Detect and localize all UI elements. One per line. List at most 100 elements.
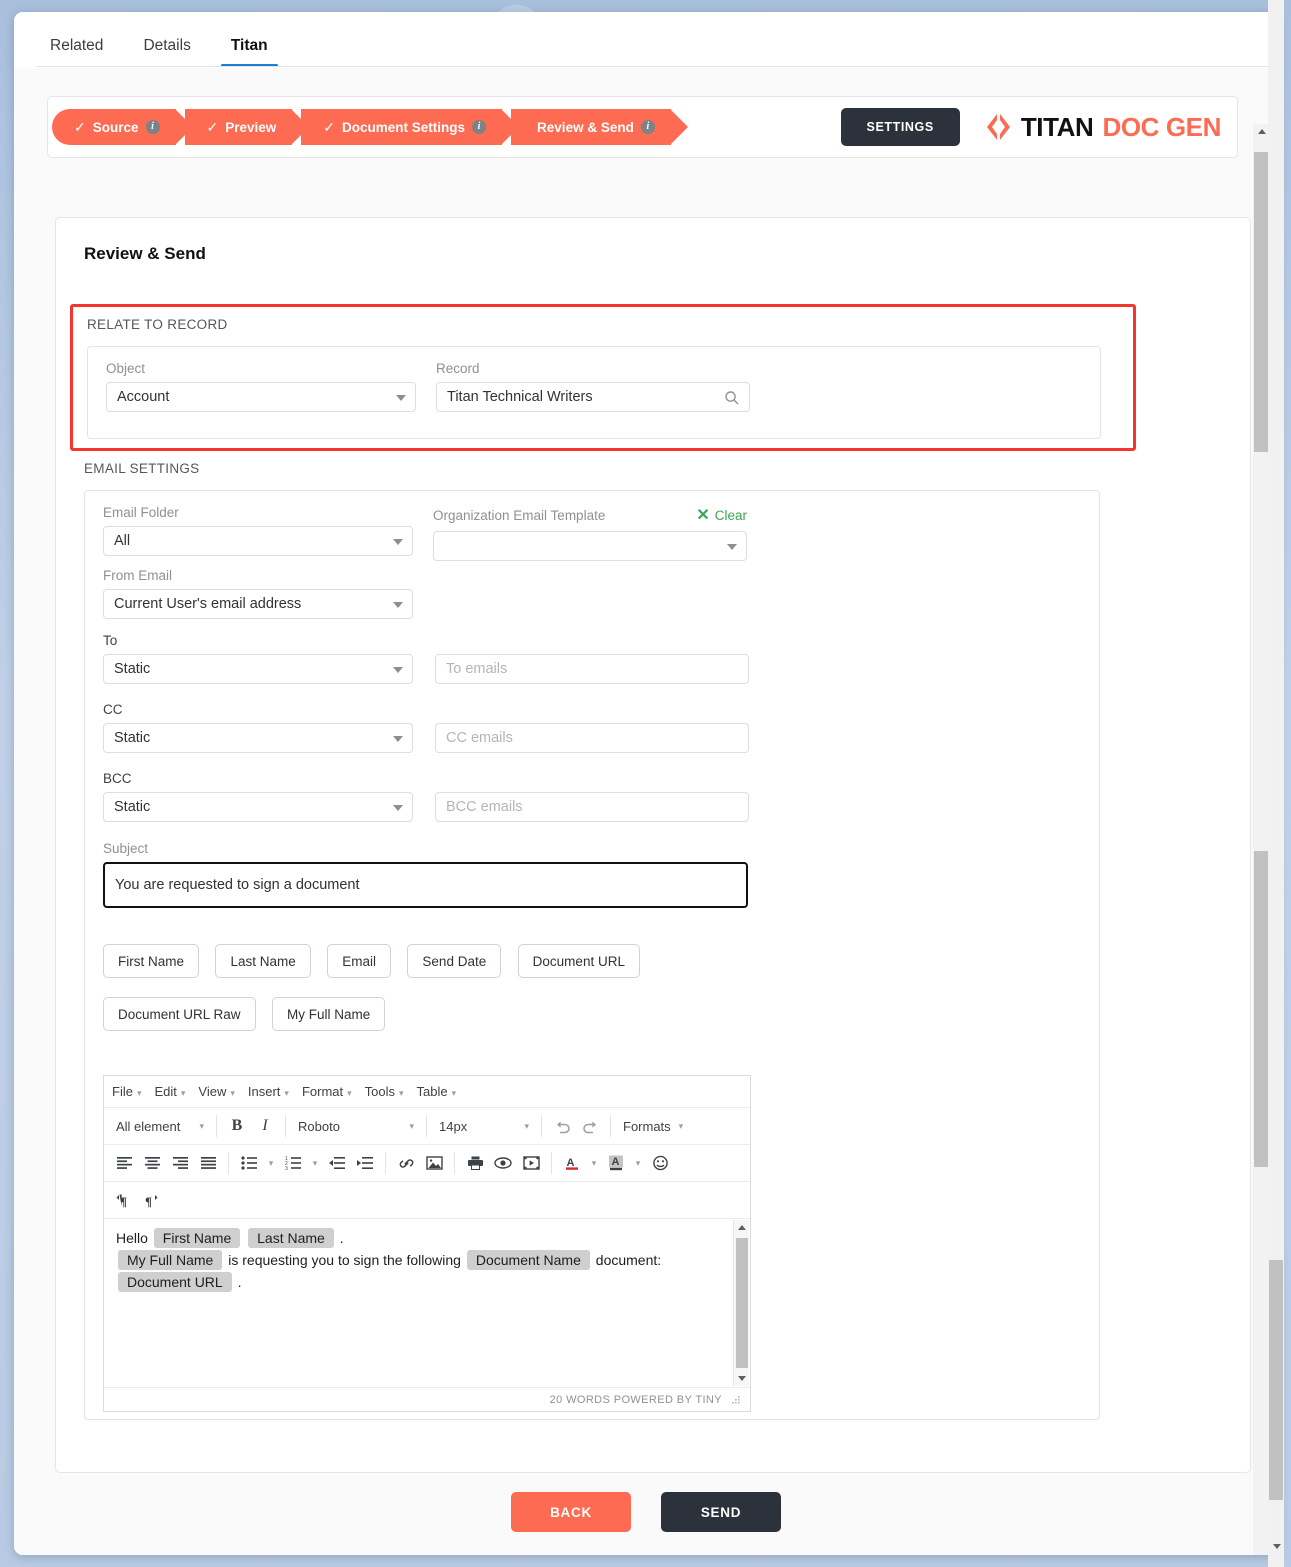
subject-input[interactable]: You are requested to sign a document [103,862,748,908]
menu-file[interactable]: File ▾ [112,1084,141,1099]
merge-tag-first-name[interactable]: First Name [103,944,200,978]
media-icon[interactable] [518,1150,544,1176]
indent-icon[interactable] [352,1150,378,1176]
align-right-icon[interactable] [167,1150,193,1176]
info-icon[interactable]: i [472,120,487,134]
page-scrollbar-thumb[interactable] [1269,1260,1283,1500]
numbered-list-chevron-down-icon[interactable]: ▾ [308,1150,322,1176]
align-left-icon[interactable] [111,1150,137,1176]
page-scrollbar[interactable] [1268,0,1284,1567]
text-color-chevron-down-icon[interactable]: ▾ [587,1150,601,1176]
back-button[interactable]: BACK [511,1492,631,1532]
bcc-emails-placeholder: BCC emails [446,799,523,815]
align-justify-icon[interactable] [195,1150,221,1176]
scroll-down-icon[interactable] [738,1376,746,1381]
clear-label: Clear [714,507,747,523]
menu-table[interactable]: Table ▾ [417,1084,457,1099]
merge-tag-my-full-name[interactable]: My Full Name [272,997,386,1031]
numbered-list-icon[interactable]: 123 [280,1150,306,1176]
background-color-icon[interactable]: A [603,1150,629,1176]
menu-edit[interactable]: Edit ▾ [154,1084,185,1099]
editor-line-3: Document URL . [116,1271,738,1293]
background-color-chevron-down-icon[interactable]: ▾ [631,1150,645,1176]
to-emails-input[interactable]: To emails [435,654,749,684]
from-email-label: From Email [103,568,173,583]
cc-emails-input[interactable]: CC emails [435,723,749,753]
editor-body[interactable]: Hello First Name Last Name . My Full Nam… [104,1219,750,1387]
menu-insert[interactable]: Insert ▾ [248,1084,289,1099]
redo-icon[interactable] [577,1113,603,1139]
editor-toolbar-row-2: ▾ 123 ▾ A ▾ A ▾ [104,1145,750,1182]
editor-period-2: . [237,1273,242,1290]
merge-tag-last-name[interactable]: Last Name [215,944,311,978]
inner-scrollbar-thumb-bottom[interactable] [1254,851,1268,1167]
merge-tag-email[interactable]: Email [327,944,391,978]
ltr-paragraph-icon[interactable]: ¶ [111,1187,137,1213]
font-family-select[interactable]: Roboto ▾ [292,1113,420,1139]
tab-details[interactable]: Details [129,37,204,67]
cc-mode-select[interactable]: Static [103,723,413,753]
chevron-down-icon [393,736,403,742]
font-size-select[interactable]: 14px ▾ [433,1113,535,1139]
step-bar: ✓ Source i ✓ Preview ✓ Document Settings… [47,96,1238,158]
merge-tag-document-url[interactable]: Document URL [517,944,640,978]
undo-icon[interactable] [549,1113,575,1139]
link-icon[interactable] [393,1150,419,1176]
step-preview[interactable]: ✓ Preview [184,109,310,145]
print-icon[interactable] [462,1150,488,1176]
text-color-icon[interactable]: A [559,1150,585,1176]
email-settings-card: Email Folder All Organization Email Temp… [84,490,1100,1420]
rtl-paragraph-icon[interactable]: ¶ [139,1187,165,1213]
inner-scrollbar[interactable] [1253,124,1269,1555]
settings-button[interactable]: SETTINGS [840,108,960,146]
editor-tag-document-url: Document URL [118,1271,232,1292]
email-folder-select[interactable]: All [103,526,413,556]
to-mode-select[interactable]: Static [103,654,413,684]
bcc-mode-select[interactable]: Static [103,792,413,822]
object-select[interactable]: Account [106,382,416,412]
org-email-template-select[interactable] [433,531,747,561]
bold-button[interactable]: B [224,1113,250,1139]
image-icon[interactable] [421,1150,447,1176]
scroll-down-icon[interactable] [1273,1544,1281,1549]
search-icon[interactable] [724,390,740,406]
preview-eye-icon[interactable] [490,1150,516,1176]
resize-grip-icon[interactable] [730,1394,742,1406]
menu-view[interactable]: View ▾ [198,1084,234,1099]
emoji-icon[interactable] [647,1150,673,1176]
step-document-settings[interactable]: ✓ Document Settings i [301,109,520,145]
chevron-down-icon: ▾ [230,1088,235,1098]
step-review-and-send[interactable]: Review & Send i [511,109,688,145]
cc-emails-placeholder: CC emails [446,730,513,746]
send-button[interactable]: SEND [661,1492,781,1532]
from-email-select[interactable]: Current User's email address [103,589,413,619]
step-source[interactable]: ✓ Source i [52,109,193,145]
element-select[interactable]: All element ▾ [110,1113,210,1139]
merge-tag-send-date[interactable]: Send Date [407,944,502,978]
record-input[interactable]: Titan Technical Writers [436,382,750,412]
info-icon[interactable]: i [145,120,160,134]
info-icon[interactable]: i [640,120,655,134]
editor-scrollbar[interactable] [733,1220,749,1386]
bcc-emails-input[interactable]: BCC emails [435,792,749,822]
merge-tag-document-url-raw[interactable]: Document URL Raw [103,997,256,1031]
object-value: Account [117,389,170,405]
tab-titan[interactable]: Titan [217,37,282,67]
scroll-up-icon[interactable] [1258,129,1266,134]
menu-format[interactable]: Format ▾ [302,1084,352,1099]
menu-tools[interactable]: Tools ▾ [365,1084,404,1099]
brand-area: SETTINGS TITAN DOC GEN [840,108,1237,146]
tab-related[interactable]: Related [36,37,117,67]
bullet-list-chevron-down-icon[interactable]: ▾ [264,1150,278,1176]
bullet-list-icon[interactable] [236,1150,262,1176]
formats-select[interactable]: Formats ▾ [617,1113,689,1139]
toolbar-divider [610,1115,611,1137]
scroll-up-icon[interactable] [738,1225,746,1230]
outdent-icon[interactable] [324,1150,350,1176]
italic-button[interactable]: I [252,1113,278,1139]
clear-template-button[interactable]: ✕ Clear [696,505,747,525]
editor-scrollbar-thumb[interactable] [736,1238,748,1368]
chevron-down-icon [396,395,406,401]
align-center-icon[interactable] [139,1150,165,1176]
inner-scrollbar-thumb-top[interactable] [1254,152,1268,452]
